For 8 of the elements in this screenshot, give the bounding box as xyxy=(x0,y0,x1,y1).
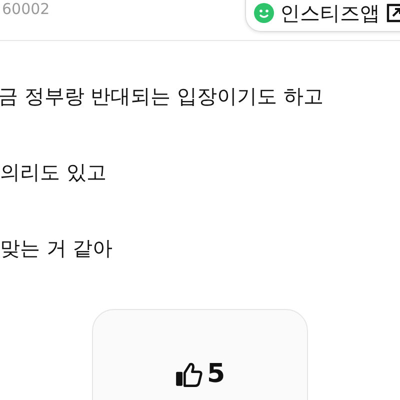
post-text: 의리도 있고 xyxy=(0,159,108,186)
view-count: 60002 xyxy=(2,1,50,18)
external-link-icon xyxy=(386,3,400,23)
post-text: 맞는 거 같아 xyxy=(0,235,114,262)
app-badge[interactable]: 인스티즈앱 xyxy=(245,0,400,32)
like-button[interactable]: 5 xyxy=(92,309,308,400)
smiley-icon xyxy=(254,3,274,23)
thumbs-up-icon xyxy=(174,360,203,388)
